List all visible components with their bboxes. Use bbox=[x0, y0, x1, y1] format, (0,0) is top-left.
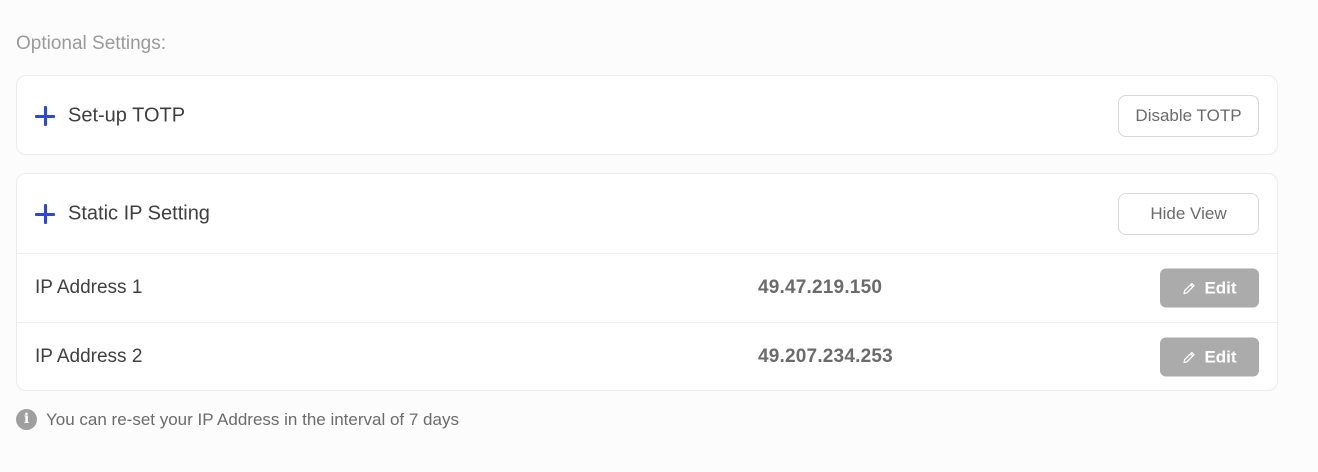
static-ip-title[interactable]: Static IP Setting bbox=[68, 202, 210, 225]
edit-label: Edit bbox=[1204, 278, 1237, 297]
pencil-icon bbox=[1183, 282, 1196, 294]
ip-reset-note: i You can re-set your IP Address in the … bbox=[16, 409, 459, 430]
ip-address-value: 49.207.234.253 bbox=[758, 346, 893, 367]
edit-ip-2-button[interactable]: Edit bbox=[1160, 337, 1259, 377]
section-title: Optional Settings: bbox=[16, 33, 166, 54]
ip-address-label: IP Address 2 bbox=[35, 346, 143, 367]
pencil-icon bbox=[1183, 351, 1196, 363]
ip-address-value: 49.47.219.150 bbox=[758, 277, 883, 298]
ip-address-row-1: IP Address 1 49.47.219.150 Edit bbox=[17, 253, 1277, 322]
static-ip-header[interactable]: Static IP Setting Hide View bbox=[17, 174, 1277, 253]
plus-icon[interactable] bbox=[35, 105, 55, 126]
optional-settings-page: Optional Settings: Set-up TOTP Disable T… bbox=[0, 0, 1318, 472]
ip-address-row-2: IP Address 2 49.207.234.253 Edit bbox=[17, 322, 1277, 391]
disable-totp-button[interactable]: Disable TOTP bbox=[1118, 94, 1259, 137]
plus-icon[interactable] bbox=[35, 203, 55, 224]
static-ip-card: Static IP Setting Hide View IP Address 1… bbox=[16, 173, 1278, 391]
edit-ip-1-button[interactable]: Edit bbox=[1160, 268, 1259, 308]
edit-label: Edit bbox=[1204, 347, 1237, 366]
hide-view-button[interactable]: Hide View bbox=[1118, 192, 1259, 235]
totp-card: Set-up TOTP Disable TOTP bbox=[16, 75, 1278, 155]
info-icon: i bbox=[16, 409, 37, 430]
info-text: You can re-set your IP Address in the in… bbox=[46, 409, 459, 429]
ip-address-label: IP Address 1 bbox=[35, 277, 143, 298]
totp-title[interactable]: Set-up TOTP bbox=[68, 104, 185, 127]
totp-header[interactable]: Set-up TOTP Disable TOTP bbox=[17, 76, 1277, 155]
